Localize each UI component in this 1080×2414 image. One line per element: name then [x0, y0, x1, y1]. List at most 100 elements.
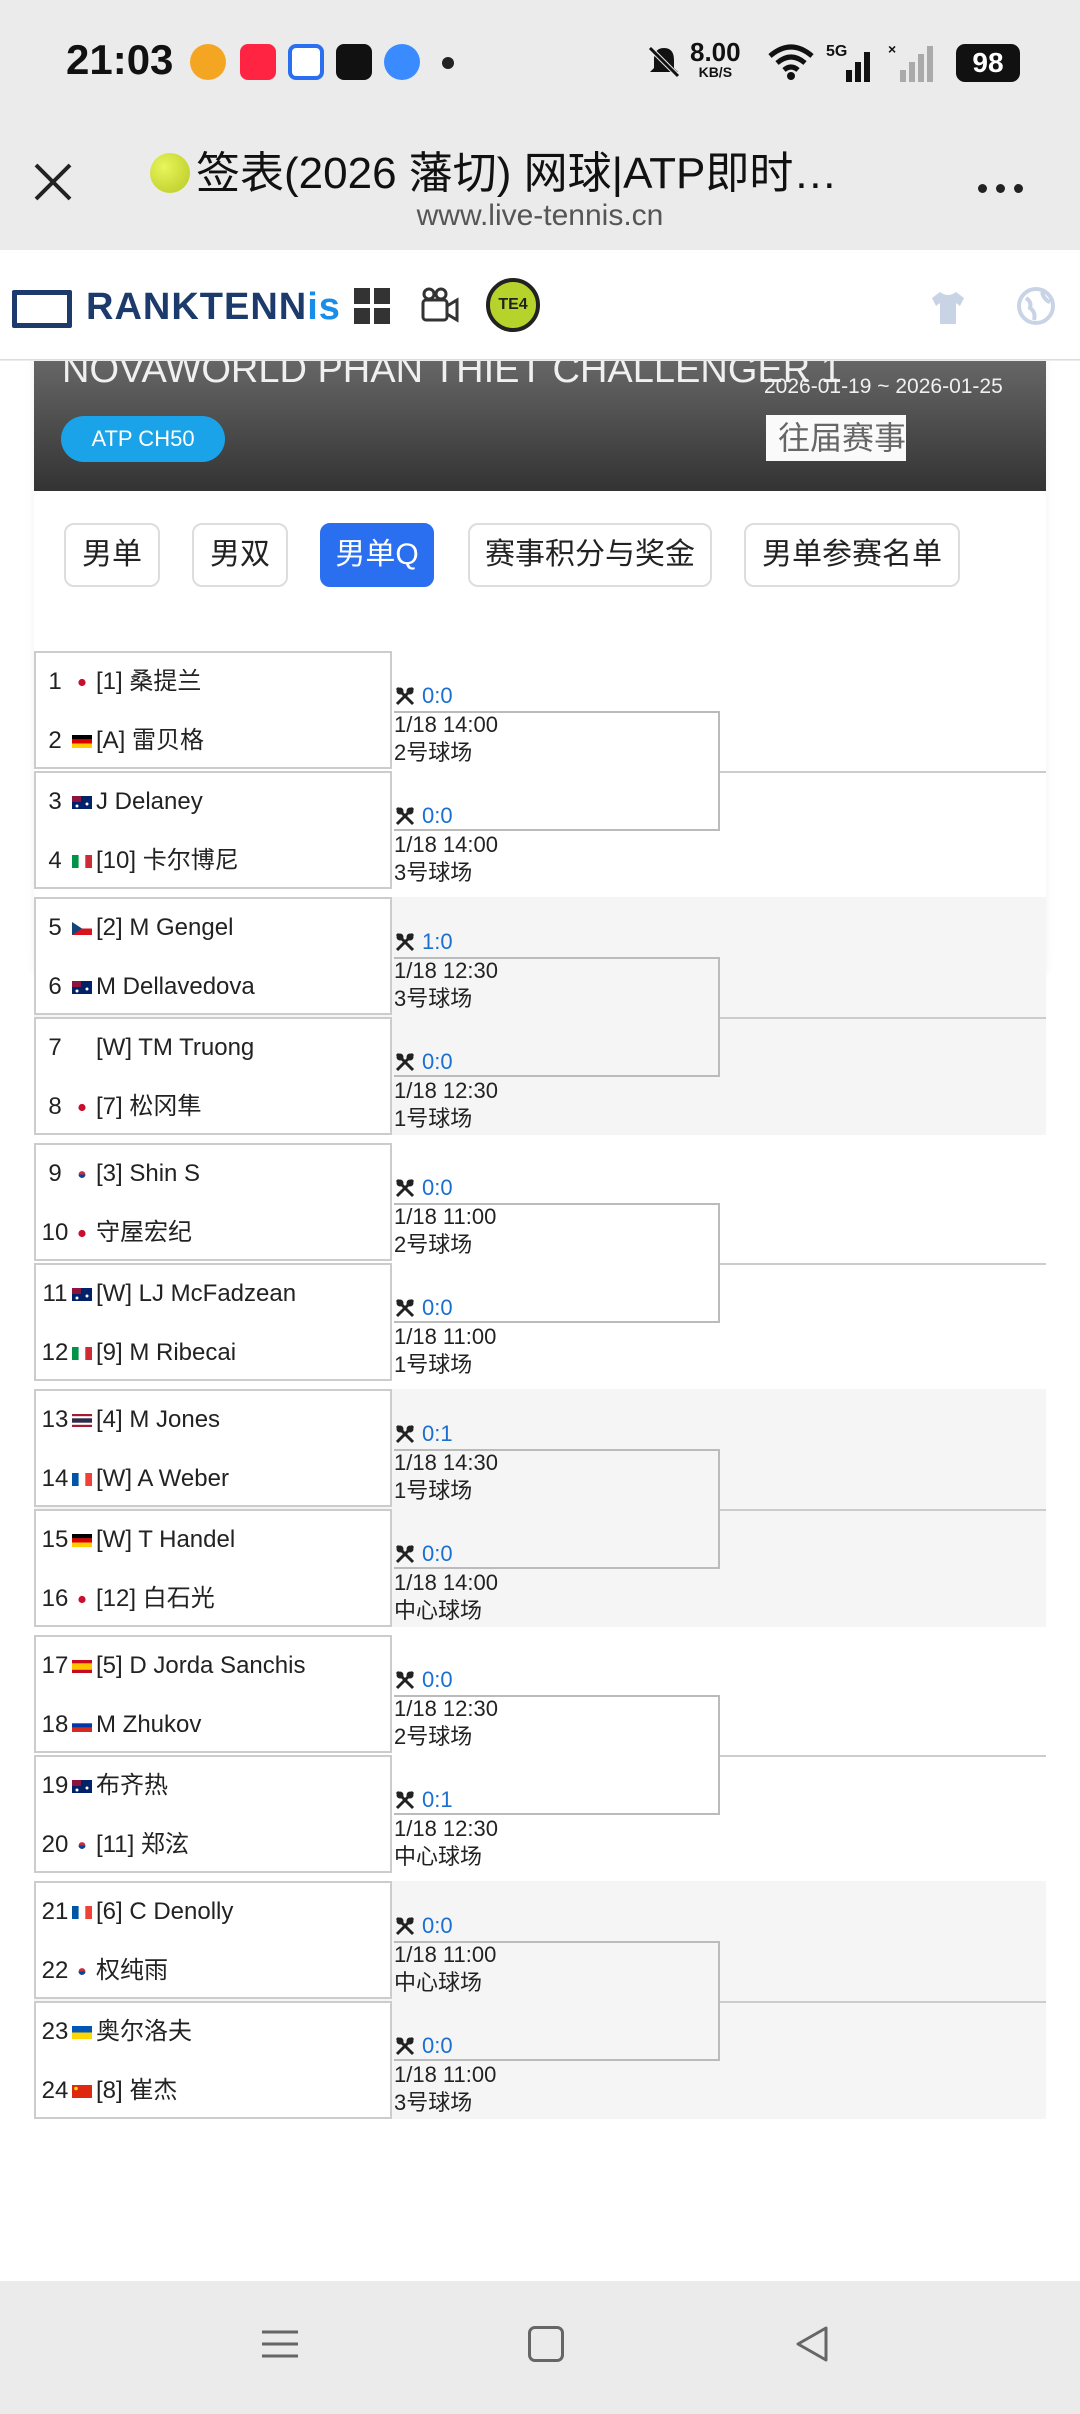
player-name: [A] 雷贝格 [96, 727, 205, 754]
draw-position: 14 [41, 1465, 69, 1492]
more-options-button[interactable] [978, 180, 1034, 196]
player-row[interactable]: 18 M Zhukov [36, 1696, 394, 1754]
player-row[interactable]: 19 布齐热 [36, 1757, 394, 1815]
draw-position: 1 [48, 668, 62, 695]
player-row[interactable]: 14 [W] A Weber [36, 1450, 394, 1508]
grid-icon[interactable] [354, 288, 390, 324]
player-row[interactable]: 11 [W] LJ McFadzean [36, 1265, 394, 1323]
score-value: 1:0 [422, 929, 453, 954]
xiaohongshu-icon [240, 44, 276, 80]
match-score[interactable]: 0:0 [394, 1173, 453, 1203]
tennis-ball-icon [150, 153, 190, 193]
player-row[interactable]: 5 [2] M Gengel [36, 899, 394, 957]
match-score[interactable]: 0:0 [394, 681, 453, 711]
player-row[interactable]: 10 守屋宏纪 [36, 1204, 394, 1262]
player-name: 守屋宏纪 [96, 1219, 192, 1246]
match-score[interactable]: 0:0 [394, 1911, 453, 1941]
player-name: [12] 白石光 [96, 1585, 215, 1612]
past-editions-button[interactable]: 往届赛事 [766, 415, 906, 461]
player-row[interactable]: 17 [5] D Jorda Sanchis [36, 1637, 394, 1695]
browser-icon [384, 44, 420, 80]
player-row[interactable]: 8 [7] 松冈隼 [36, 1078, 394, 1136]
draw-position: 22 [41, 1957, 69, 1984]
clock: 21:03 [66, 36, 174, 83]
player-row[interactable]: 20 [11] 郑泫 [36, 1816, 394, 1874]
flag-icon [72, 676, 92, 689]
player-name: [1] 桑提兰 [96, 668, 202, 695]
bracket-connector [720, 1017, 1046, 1019]
net-speed-value: 8.00 [690, 37, 741, 67]
player-row[interactable]: 7 [W] TM Truong [36, 1019, 394, 1077]
menu-icon[interactable] [262, 2326, 298, 2362]
scoreboard-logo-icon[interactable] [12, 290, 72, 328]
match-score[interactable]: 1:0 [394, 927, 453, 957]
globe-icon[interactable] [1016, 286, 1056, 326]
status-bar: 21:03 8.00 KB/S 5G × 98 [0, 0, 1080, 125]
player-row[interactable]: 15 [W] T Handel [36, 1511, 394, 1569]
match-court: 3号球场 [394, 860, 473, 885]
bracket-line [394, 1941, 720, 2061]
flag-icon [72, 1168, 92, 1181]
svg-text:×: × [888, 41, 896, 57]
score-value: 0:0 [422, 1175, 453, 1200]
flag-icon [72, 1414, 92, 1427]
racket-icon [395, 932, 415, 952]
player-name: [3] Shin S [96, 1160, 201, 1187]
match-score[interactable]: 0:0 [394, 1665, 453, 1695]
logo-text-blue: is [307, 286, 341, 328]
te4-icon[interactable]: TE4 [486, 278, 540, 332]
draw-position: 9 [48, 1160, 62, 1187]
tab-mens-singles[interactable]: 男单 [64, 523, 160, 587]
tab-mens-singles-qualifying[interactable]: 男单Q [320, 523, 434, 587]
tab-mens-doubles[interactable]: 男双 [192, 523, 288, 587]
player-row[interactable]: 3 J Delaney [36, 773, 394, 831]
match-time: 1/18 14:00 [394, 1570, 498, 1595]
player-row[interactable]: 12 [9] M Ribecai [36, 1324, 394, 1382]
player-row[interactable]: 9 [3] Shin S [36, 1145, 394, 1203]
net-speed: 8.00 KB/S [690, 37, 741, 80]
player-row[interactable]: 23 奥尔洛夫 [36, 2003, 394, 2061]
browser-header: 签表(2026 藩切) 网球|ATP即时… www.live-tennis.cn [0, 125, 1080, 250]
battery-indicator: 98 [956, 44, 1020, 82]
player-row[interactable]: 13 [4] M Jones [36, 1391, 394, 1449]
player-row[interactable]: 6 M Dellavedova [36, 958, 394, 1016]
player-name: [W] A Weber [96, 1465, 229, 1492]
mute-icon [648, 46, 680, 78]
player-name: [9] M Ribecai [96, 1339, 237, 1366]
draw-position: 24 [41, 2077, 69, 2104]
flag-icon [72, 1965, 92, 1978]
racket-icon [395, 1670, 415, 1690]
home-icon[interactable] [528, 2326, 564, 2362]
player-row[interactable]: 24 [8] 崔杰 [36, 2062, 394, 2120]
player-row[interactable]: 16 [12] 白石光 [36, 1570, 394, 1628]
player-row[interactable]: 1 [1] 桑提兰 [36, 653, 394, 711]
match-time: 1/18 14:00 [394, 832, 498, 857]
player-row[interactable]: 2 [A] 雷贝格 [36, 712, 394, 770]
back-icon[interactable] [792, 2324, 832, 2364]
match-score[interactable]: 0:1 [394, 1419, 453, 1449]
player-name: M Dellavedova [96, 973, 255, 1000]
player-row[interactable]: 21 [6] C Denolly [36, 1883, 394, 1941]
draw-position: 21 [41, 1898, 69, 1925]
shirt-icon[interactable] [928, 290, 968, 326]
racket-icon [395, 1916, 415, 1936]
bracket-line [394, 1449, 720, 1569]
flag-icon [72, 735, 92, 748]
video-icon[interactable] [420, 286, 460, 326]
match-pair: 5 [2] M Gengel 6 M Dellavedova [34, 897, 392, 1015]
draw-position: 10 [41, 1219, 69, 1246]
tab-entry-list[interactable]: 男单参赛名单 [744, 523, 960, 587]
svg-text:5G: 5G [826, 43, 847, 60]
news-icon [288, 44, 324, 80]
match-pair: 7 [W] TM Truong 8 [7] 松冈隼 [34, 1017, 392, 1135]
site-logo[interactable]: RANKTENNis [86, 286, 341, 329]
tournament-level-badge: ATP CH50 [61, 416, 225, 462]
tiktok-icon [336, 44, 372, 80]
flag-icon [72, 2085, 92, 2098]
player-row[interactable]: 4 [10] 卡尔博尼 [36, 832, 394, 890]
flag-icon [72, 1473, 92, 1486]
player-name: 奥尔洛夫 [96, 2018, 192, 2045]
match-time: 1/18 11:00 [394, 1324, 497, 1349]
player-row[interactable]: 22 权纯雨 [36, 1942, 394, 2000]
tab-points-prize-money[interactable]: 赛事积分与奖金 [468, 523, 712, 587]
